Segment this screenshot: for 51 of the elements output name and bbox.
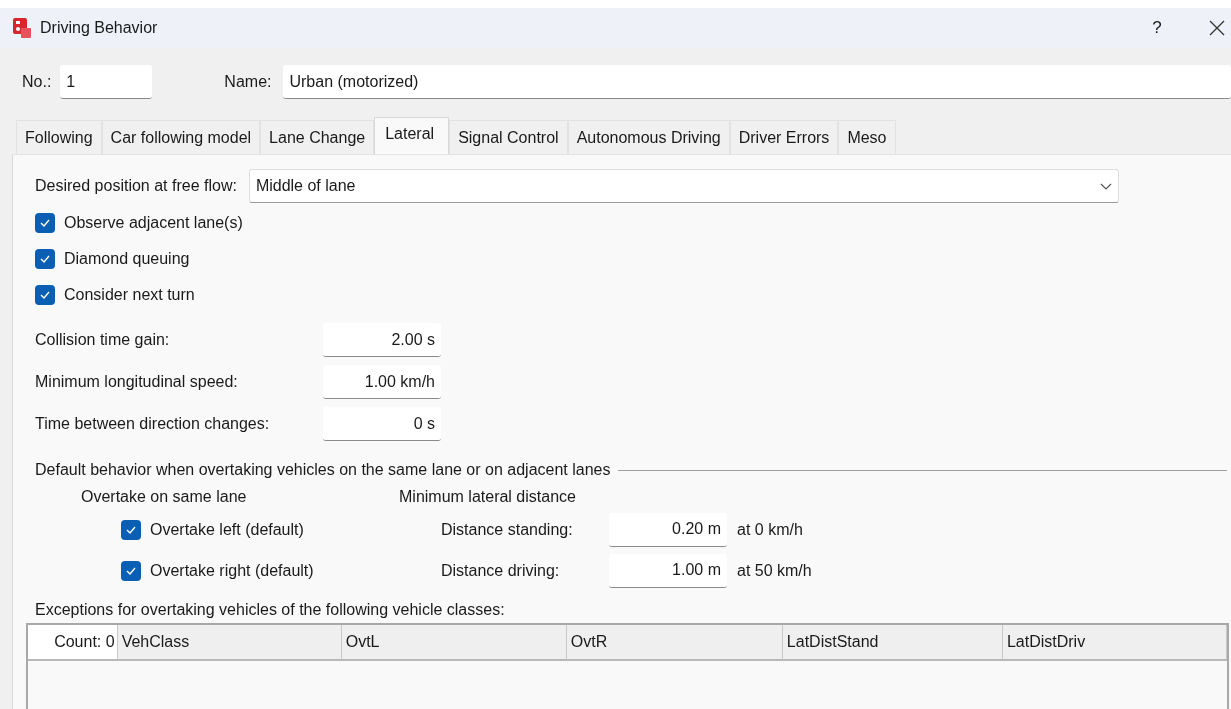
checkbox-label[interactable]: Diamond queuing [64, 250, 190, 268]
checkbox[interactable] [121, 560, 141, 581]
row-count: Count: 0 [28, 625, 118, 659]
unit-label: at 50 km/h [737, 561, 812, 580]
checkbox[interactable] [121, 519, 141, 540]
exceptions-label: Exceptions for overtaking vehicles of the following vehicle classes: [35, 601, 505, 619]
tab[interactable]: Autonomous Driving [567, 120, 730, 154]
column-header[interactable]: OvtL [341, 625, 567, 659]
value-field[interactable]: 1.00 m [609, 553, 727, 588]
value-field[interactable]: 2.00 s [323, 323, 441, 357]
section-heading: Overtake on same lane [81, 488, 248, 506]
column-header[interactable]: OvtR [566, 625, 783, 659]
tab[interactable]: Lane Change [260, 120, 375, 154]
checkbox-label[interactable]: Consider next turn [64, 286, 195, 304]
checkbox[interactable] [35, 213, 55, 233]
tab[interactable]: Following [16, 120, 102, 154]
position-label: Desired position at free flow: [35, 177, 237, 195]
number-label: No.: [22, 73, 52, 91]
field-label: Minimum longitudinal speed: [35, 373, 239, 391]
group-title: Default behavior when overtaking vehicles on the same lane or on adjacent lanes [35, 461, 611, 479]
close-icon[interactable] [1209, 20, 1225, 36]
field-label: Time between direction changes: [35, 415, 271, 433]
checkbox-label[interactable]: Observe adjacent lane(s) [64, 214, 243, 232]
value-field[interactable]: 0.20 m [609, 512, 727, 547]
field-label: Collision time gain: [35, 331, 171, 349]
checkbox[interactable] [35, 249, 55, 269]
checkbox-label[interactable]: Overtake right (default) [150, 561, 314, 580]
column-header[interactable]: LatDistDriv [1002, 625, 1227, 659]
chevron-down-icon [1099, 182, 1112, 190]
field-label: Distance standing: [441, 520, 574, 539]
help-button[interactable]: ? [1147, 18, 1167, 38]
tab[interactable]: Driver Errors [729, 120, 839, 154]
tab[interactable]: Lateral [374, 117, 450, 154]
position-dropdown[interactable]: Middle of lane [248, 169, 1119, 203]
window-title: Driving Behavior [40, 19, 158, 37]
number-field[interactable]: 1 [60, 65, 153, 99]
unit-label: at 0 km/h [737, 520, 803, 539]
name-label: Name: [224, 73, 272, 91]
value-field[interactable]: 1.00 km/h [323, 365, 441, 399]
column-header[interactable]: LatDistStand [782, 625, 1003, 659]
tab[interactable]: Car following model [101, 120, 261, 154]
checkbox-label[interactable]: Overtake left (default) [150, 520, 304, 539]
field-label: Distance driving: [441, 561, 561, 580]
name-field[interactable]: Urban (motorized) [283, 65, 1231, 99]
tab[interactable]: Signal Control [449, 120, 568, 154]
checkbox[interactable] [35, 285, 55, 305]
app-icon [12, 17, 32, 39]
value-field[interactable]: 0 s [323, 407, 441, 441]
tab[interactable]: Meso [838, 120, 896, 154]
column-header[interactable]: VehClass [117, 625, 342, 659]
section-heading: Minimum lateral distance [399, 488, 576, 506]
